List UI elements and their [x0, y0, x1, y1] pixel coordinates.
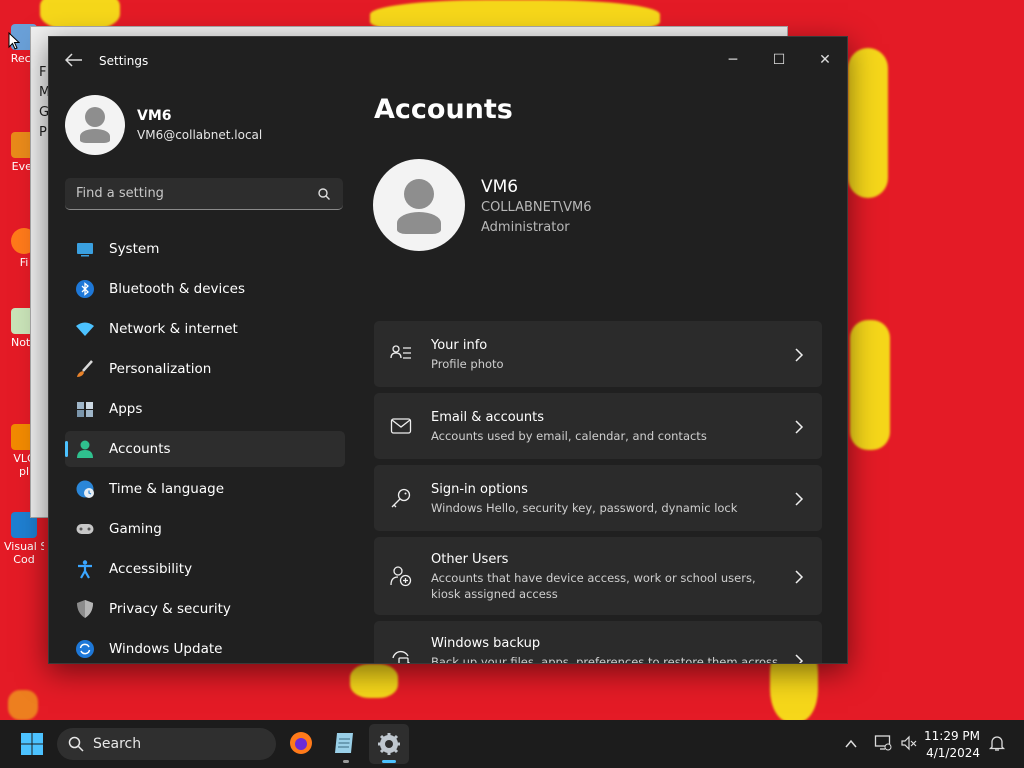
sidebar-item-bluetooth[interactable]: Bluetooth & devices: [65, 271, 345, 307]
chevron-right-icon: [794, 491, 804, 506]
sidebar-item-network[interactable]: Network & internet: [65, 311, 345, 347]
selection-indicator: [65, 441, 68, 457]
taskbar-firefox[interactable]: [288, 730, 314, 756]
profile-name: VM6: [137, 108, 172, 124]
apps-icon: [75, 399, 95, 419]
network-status-icon[interactable]: [874, 734, 892, 752]
sidebar: VM6 VM6@collabnet.local Find a setting S…: [49, 85, 359, 663]
active-indicator: [382, 760, 396, 763]
update-icon: [75, 639, 95, 659]
avatar[interactable]: [65, 95, 125, 155]
user-avatar: [373, 159, 465, 251]
sidebar-item-gaming[interactable]: Gaming: [65, 511, 345, 547]
sidebar-nav: System Bluetooth & devices Network & int…: [65, 231, 345, 663]
sidebar-item-apps[interactable]: Apps: [65, 391, 345, 427]
profile-email: VM6@collabnet.local: [137, 128, 263, 142]
brush-icon: [75, 359, 95, 379]
firefox-icon: [290, 732, 312, 754]
taskbar-notepad[interactable]: [332, 730, 358, 756]
show-hidden-icons-chevron-icon[interactable]: [844, 736, 858, 750]
windows-backup-card[interactable]: Windows backup Back up your files, apps,…: [374, 621, 822, 663]
user-name: VM6: [481, 177, 519, 197]
search-icon: [68, 736, 84, 752]
clock-time: 11:29 PM: [924, 729, 980, 743]
taskbar-settings[interactable]: [369, 724, 409, 764]
your-info-card[interactable]: Your info Profile photo: [374, 321, 822, 387]
sidebar-item-system[interactable]: System: [65, 231, 345, 267]
mail-icon: [390, 415, 412, 437]
mouse-cursor-icon: [8, 31, 21, 50]
other-users-card[interactable]: Other Users Accounts that have device ac…: [374, 537, 822, 615]
user-role: Administrator: [481, 220, 570, 235]
sidebar-item-accessibility[interactable]: Accessibility: [65, 551, 345, 587]
shield-icon: [75, 599, 95, 619]
taskbar-search-box[interactable]: Search: [57, 728, 276, 760]
key-icon: [390, 487, 412, 509]
chevron-right-icon: [794, 419, 804, 434]
search-placeholder: Find a setting: [76, 186, 164, 201]
bluetooth-icon: [75, 279, 95, 299]
running-indicator: [343, 760, 349, 763]
sign-in-options-card[interactable]: Sign-in options Windows Hello, security …: [374, 465, 822, 531]
desktop-icon-vscode[interactable]: Visual St Cod: [4, 512, 44, 566]
maximize-button[interactable]: ☐: [757, 45, 801, 75]
close-button[interactable]: ✕: [803, 45, 847, 75]
email-accounts-card[interactable]: Email & accounts Accounts used by email,…: [374, 393, 822, 459]
user-domain: COLLABNET\VM6: [481, 200, 592, 215]
minimize-button[interactable]: ─: [711, 45, 755, 75]
person-list-icon: [390, 343, 412, 365]
chevron-right-icon: [794, 653, 804, 663]
system-icon: [75, 239, 95, 259]
sidebar-item-accounts[interactable]: Accounts: [65, 431, 345, 467]
sidebar-item-time-language[interactable]: Time & language: [65, 471, 345, 507]
wifi-icon: [75, 319, 95, 339]
accessibility-icon: [75, 559, 95, 579]
settings-window: Settings ─ ☐ ✕ VM6 VM6@collabnet.local F…: [48, 36, 848, 664]
back-arrow-icon[interactable]: [64, 53, 83, 69]
page-title: Accounts: [374, 94, 513, 125]
windows-logo-icon: [21, 733, 43, 755]
notification-bell-icon[interactable]: [988, 734, 1006, 752]
clock[interactable]: 11:29 PM 4/1/2024: [924, 728, 980, 762]
backup-icon: [390, 649, 412, 663]
chevron-right-icon: [794, 569, 804, 584]
clock-date: 4/1/2024: [926, 746, 980, 760]
gear-icon: [378, 733, 400, 755]
sidebar-item-windows-update[interactable]: Windows Update: [65, 631, 345, 663]
start-button[interactable]: [20, 732, 44, 756]
chevron-right-icon: [794, 347, 804, 362]
sidebar-item-privacy[interactable]: Privacy & security: [65, 591, 345, 627]
main-content: Accounts VM6 COLLABNET\VM6 Administrator…: [359, 85, 847, 663]
find-setting-input[interactable]: Find a setting: [65, 178, 343, 210]
sidebar-item-personalization[interactable]: Personalization: [65, 351, 345, 387]
accounts-icon: [75, 439, 95, 459]
search-icon: [317, 186, 331, 200]
person-add-icon: [390, 565, 412, 587]
volume-muted-icon[interactable]: [900, 734, 918, 752]
title-bar[interactable]: Settings ─ ☐ ✕: [49, 37, 847, 85]
taskbar: Search 11:29 PM 4/1/2024: [0, 720, 1024, 768]
window-title: Settings: [99, 54, 149, 68]
globe-clock-icon: [75, 479, 95, 499]
notepad-icon: [335, 733, 353, 753]
gamepad-icon: [75, 519, 95, 539]
